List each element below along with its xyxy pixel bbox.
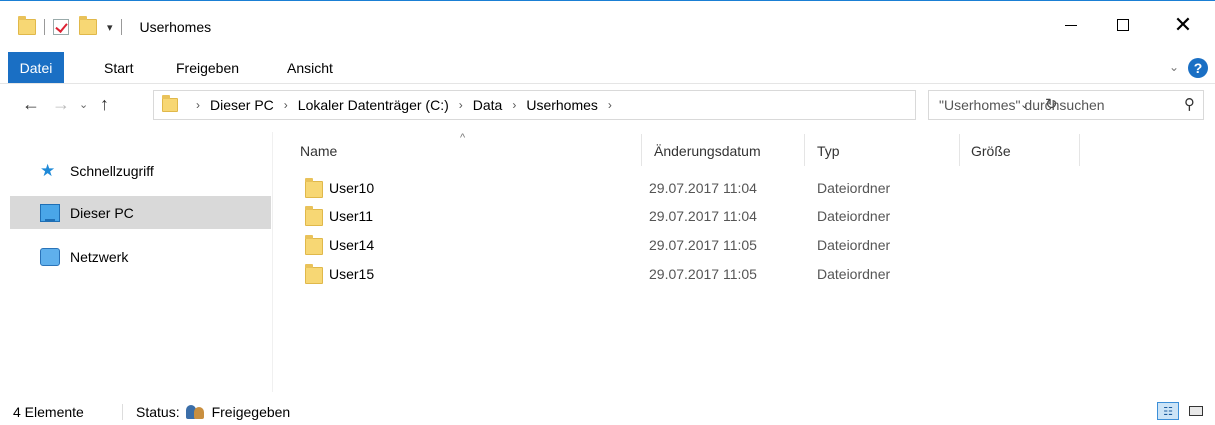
- column-header-type[interactable]: Typ: [817, 138, 840, 164]
- close-icon: ✕: [1173, 12, 1193, 37]
- toolbar-separator: [44, 19, 45, 35]
- sidebar-item-dieser-pc[interactable]: Dieser PC: [10, 196, 271, 229]
- sidebar-item-netzwerk[interactable]: Netzwerk: [10, 240, 271, 273]
- folder-icon: [305, 235, 323, 255]
- breadcrumb-separator[interactable]: ›: [284, 98, 288, 112]
- file-name: User15: [329, 266, 375, 282]
- computer-icon: [40, 204, 60, 222]
- close-button[interactable]: ✕: [1160, 9, 1206, 41]
- folder-icon: [162, 95, 178, 112]
- column-divider[interactable]: [959, 134, 960, 166]
- file-name: User11: [329, 208, 374, 224]
- breadcrumb-separator[interactable]: ›: [512, 98, 516, 112]
- column-header-size[interactable]: Größe: [971, 138, 1011, 164]
- tab-freigeben[interactable]: Freigeben: [176, 52, 239, 83]
- recent-locations-icon[interactable]: ⌄: [79, 98, 88, 111]
- status-separator: [122, 404, 123, 420]
- search-icon[interactable]: ⚲: [1184, 95, 1195, 113]
- file-date: 29.07.2017 11:05: [649, 237, 757, 253]
- file-type: Dateiordner: [817, 237, 891, 253]
- breadcrumb-separator[interactable]: ›: [459, 98, 463, 112]
- help-icon[interactable]: ?: [1188, 58, 1208, 78]
- sidebar-item-label: Netzwerk: [70, 248, 129, 265]
- search-input[interactable]: [939, 97, 1169, 113]
- file-name: User14: [329, 237, 375, 253]
- address-bar[interactable]: › Dieser PC › Lokaler Datenträger (C:) ›…: [153, 90, 1058, 120]
- customize-toolbar-icon[interactable]: ▾: [107, 21, 113, 34]
- item-count: 4 Elemente: [13, 404, 84, 420]
- minimize-button[interactable]: [1048, 9, 1094, 41]
- column-divider[interactable]: [804, 134, 805, 166]
- sidebar-item-label: Dieser PC: [70, 204, 134, 221]
- sort-ascending-icon: ^: [460, 132, 466, 144]
- file-type: Dateiordner: [817, 208, 891, 224]
- breadcrumb-separator: ›: [196, 98, 200, 112]
- breadcrumb-lokaler-datentraeger[interactable]: Lokaler Datenträger (C:): [298, 97, 449, 113]
- navigation-bar: ← → ⌄ ↑ › Dieser PC › Lokaler Datenträge…: [0, 88, 1215, 124]
- breadcrumb-userhomes[interactable]: Userhomes: [526, 97, 598, 113]
- back-button[interactable]: ←: [22, 94, 40, 115]
- window-title: Userhomes: [139, 19, 212, 35]
- title-bar: ▾ Userhomes ✕: [0, 0, 1215, 48]
- network-icon: [40, 248, 60, 266]
- folder-icon: [305, 264, 323, 284]
- navigation-pane: ★ Schnellzugriff Dieser PC Netzwerk: [0, 132, 273, 392]
- star-icon: ★: [40, 161, 56, 180]
- maximize-icon: [1117, 19, 1129, 31]
- column-header-name[interactable]: Name: [300, 138, 337, 164]
- column-header-date[interactable]: Änderungsdatum: [654, 138, 761, 164]
- file-list: ^ Name Änderungsdatum Typ Größe User10 2…: [274, 124, 1215, 392]
- status-label: Status:: [136, 404, 180, 420]
- ribbon-tabs: Datei Start Freigeben Ansicht ⌄ ?: [0, 52, 1215, 84]
- toolbar-separator: [120, 19, 122, 35]
- quick-access-toolbar: ▾ Userhomes: [18, 15, 211, 39]
- tab-ansicht[interactable]: Ansicht: [287, 52, 333, 83]
- sidebar-item-label: Schnellzugriff: [70, 162, 154, 179]
- search-box[interactable]: ⚲: [928, 90, 1204, 120]
- tab-start[interactable]: Start: [104, 52, 134, 83]
- status-bar: 4 Elemente Status: Freigegeben ☷: [0, 396, 1215, 425]
- file-date: 29.07.2017 11:04: [649, 180, 757, 196]
- share-status: Status: Freigegeben: [136, 404, 290, 420]
- large-icons-glyph: [1189, 406, 1203, 416]
- folder-icon: [305, 178, 323, 198]
- breadcrumb-data[interactable]: Data: [473, 97, 503, 113]
- minimize-icon: [1065, 24, 1077, 26]
- column-divider[interactable]: [641, 134, 642, 166]
- sidebar-item-schnellzugriff[interactable]: ★ Schnellzugriff: [10, 154, 271, 187]
- file-type: Dateiordner: [817, 180, 891, 196]
- up-button[interactable]: ↑: [100, 94, 109, 115]
- breadcrumb-separator[interactable]: ›: [608, 98, 612, 112]
- shared-users-icon: [185, 405, 206, 419]
- table-row[interactable]: User11 29.07.2017 11:04 Dateiordner: [298, 202, 1078, 230]
- large-icons-view-icon[interactable]: [1186, 402, 1206, 420]
- properties-icon[interactable]: [53, 19, 69, 35]
- folder-icon[interactable]: [18, 16, 36, 35]
- file-name: User10: [329, 180, 375, 196]
- breadcrumb-dieser-pc[interactable]: Dieser PC: [210, 97, 274, 113]
- file-type: Dateiordner: [817, 266, 891, 282]
- details-view-icon[interactable]: ☷: [1157, 402, 1179, 420]
- column-divider[interactable]: [1079, 134, 1080, 166]
- status-value: Freigegeben: [211, 404, 291, 420]
- file-date: 29.07.2017 11:05: [649, 266, 757, 282]
- folder-icon: [305, 206, 323, 226]
- new-folder-icon[interactable]: [79, 16, 97, 35]
- table-row[interactable]: User14 29.07.2017 11:05 Dateiordner: [298, 231, 1078, 259]
- expand-ribbon-icon[interactable]: ⌄: [1169, 60, 1179, 74]
- table-row[interactable]: User15 29.07.2017 11:05 Dateiordner: [298, 260, 1078, 288]
- table-row[interactable]: User10 29.07.2017 11:04 Dateiordner: [298, 174, 1078, 202]
- forward-button[interactable]: →: [52, 94, 70, 115]
- maximize-button[interactable]: [1100, 9, 1146, 41]
- file-date: 29.07.2017 11:04: [649, 208, 757, 224]
- tab-datei[interactable]: Datei: [8, 52, 64, 83]
